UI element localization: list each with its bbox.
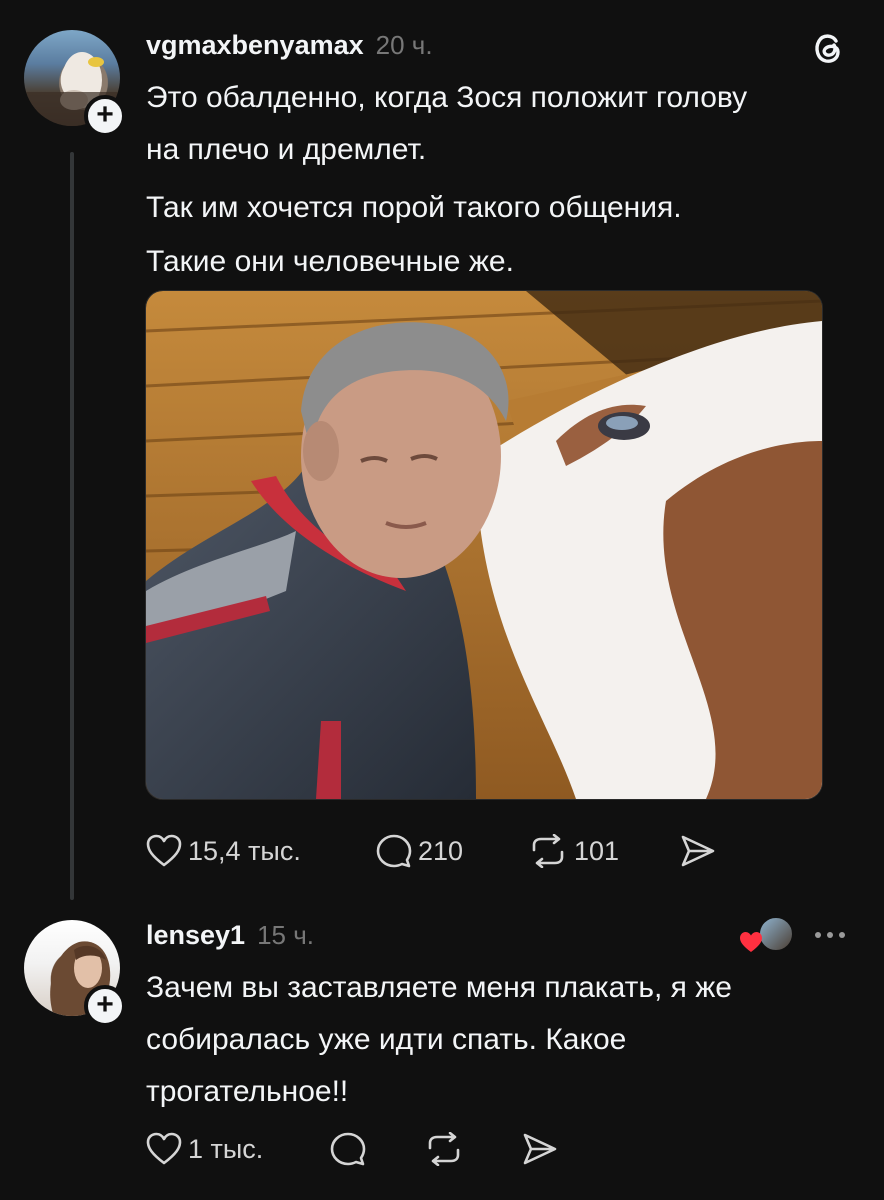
- liked-by-author-indicator: [738, 914, 794, 954]
- post-text: Это обалденно, когда Зося положит голову…: [146, 72, 747, 288]
- reply-like-count: 1 тыс.: [188, 1133, 264, 1164]
- follow-reply-author-button[interactable]: +: [84, 985, 126, 1027]
- small-heart-icon: [740, 932, 762, 952]
- comment-bubble-icon: [376, 834, 412, 868]
- share-button[interactable]: [680, 834, 716, 868]
- repost-icon: [532, 834, 564, 868]
- reply-text: Зачем вы заставляете меня плакать, я же …: [146, 962, 732, 1118]
- post-text-line: Такие они человечные же.: [146, 245, 514, 278]
- reply-username[interactable]: lensey1: [146, 920, 245, 951]
- comment-bubble-icon: [330, 1132, 366, 1166]
- post-photo[interactable]: [145, 290, 823, 800]
- reply-text-line: Зачем вы заставляете меня плакать, я же: [146, 971, 732, 1004]
- threads-logo-icon[interactable]: [808, 28, 848, 73]
- post-header: vgmaxbenyamax 20 ч.: [146, 30, 433, 61]
- like-count: 15,4 тыс.: [188, 835, 301, 866]
- post-text-line: Так им хочется порой такого общения.: [146, 191, 682, 224]
- post-text-line: Это обалденно, когда Зося положит голову: [146, 81, 748, 114]
- post-username[interactable]: vgmaxbenyamax: [146, 30, 364, 61]
- heart-icon: [146, 1132, 182, 1165]
- more-icon[interactable]: [812, 920, 848, 955]
- post-time[interactable]: 20 ч.: [376, 30, 433, 61]
- follow-author-button[interactable]: +: [84, 95, 126, 137]
- post-text-line: на плечо и дремлет.: [146, 133, 427, 166]
- comment-count: 210: [418, 835, 464, 866]
- send-icon: [681, 835, 715, 867]
- reply-like-button[interactable]: 1 тыс.: [146, 1132, 263, 1166]
- thread-connector-line: [70, 152, 74, 900]
- reply-time[interactable]: 15 ч.: [257, 920, 314, 951]
- man-with-cow-photo: [146, 291, 822, 799]
- send-icon: [523, 1133, 557, 1165]
- reply-text-line: собиралась уже идти спать. Какое: [146, 1023, 627, 1056]
- repost-count: 101: [574, 835, 620, 866]
- reply-repost-button[interactable]: [424, 1132, 464, 1166]
- reply-header: lensey1 15 ч.: [146, 920, 314, 951]
- reply-comment-button[interactable]: [330, 1132, 366, 1166]
- like-button[interactable]: 15,4 тыс.: [146, 834, 301, 868]
- repost-icon: [428, 1132, 460, 1166]
- reply-text-line: трогательное!!: [146, 1075, 349, 1108]
- repost-button[interactable]: 101: [528, 834, 619, 868]
- heart-icon: [146, 834, 182, 867]
- comment-button[interactable]: 210: [376, 834, 463, 868]
- reply-share-button[interactable]: [522, 1132, 558, 1166]
